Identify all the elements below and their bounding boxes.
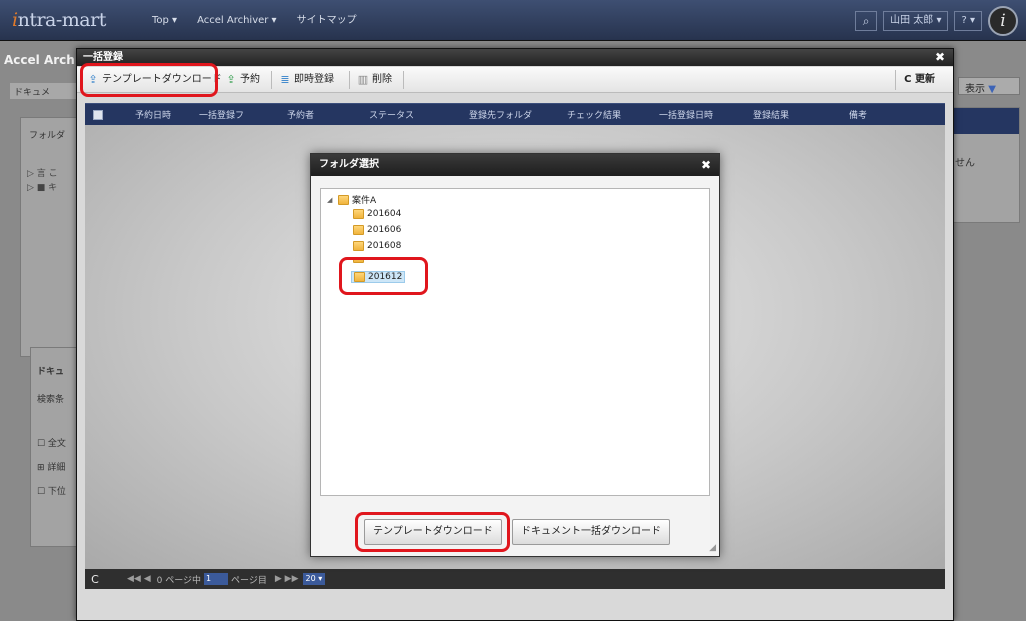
download-icon: ⇪ [88, 73, 98, 86]
tree-node[interactable]: 201604 [353, 209, 401, 219]
folder-dialog-title-bar: フォルダ選択 ✖ [311, 154, 719, 176]
schedule-label: 予約 [240, 74, 260, 85]
pager-refresh-icon[interactable]: C [85, 573, 105, 586]
column-header[interactable]: 一括登録フ [199, 108, 287, 121]
column-header[interactable]: 予約日時 [135, 108, 199, 121]
template-download-button[interactable]: ⇪ テンプレートダウンロード [87, 70, 222, 90]
tree-node-label: 201610 [367, 257, 402, 263]
toolbar-divider [217, 71, 218, 89]
resize-grip-icon[interactable]: ◢ [709, 543, 716, 553]
nav-sitemap[interactable]: サイトマップ [287, 0, 367, 41]
page-size-select[interactable]: 20 ▾ [302, 573, 326, 585]
template-download-label: テンプレートダウンロード [102, 74, 222, 85]
schedule-button[interactable]: ⇪ 予約 [225, 70, 260, 90]
sub-folder-checkbox: ☐ 下位 [37, 487, 66, 497]
right-panel-header [951, 108, 1019, 134]
column-header[interactable]: 登録先フォルダ [469, 108, 567, 121]
folder-icon [354, 272, 365, 282]
right-panel-text: せん [955, 158, 975, 169]
refresh-icon: C [904, 74, 912, 85]
help-menu[interactable]: ? ▾ [954, 11, 982, 31]
delete-button[interactable]: ▥ 削除 [357, 70, 392, 90]
document-tab: ドキュメ [10, 83, 80, 99]
folder-tree: ◢ 案件A 201604 201606 201608 201610 201612 [320, 188, 710, 496]
tree-node-label: 201606 [367, 225, 402, 235]
folder-panel-label: フォルダ [29, 131, 66, 141]
column-header[interactable]: 備考 [849, 108, 889, 121]
right-panel: せん [950, 107, 1020, 223]
nav-top[interactable]: Top ▾ [142, 0, 187, 41]
refresh-label: 更新 [915, 74, 935, 85]
column-header[interactable]: 一括登録日時 [659, 108, 753, 121]
toolbar-divider [403, 71, 404, 89]
tree-node-partially-hidden[interactable]: 201610 [353, 257, 401, 263]
column-header[interactable]: 登録結果 [753, 108, 849, 121]
page-number-input[interactable]: 1 [204, 573, 229, 585]
folder-icon [353, 257, 364, 263]
schedule-icon: ⇪ [226, 73, 236, 86]
expand-icon[interactable]: ◢ [327, 196, 335, 204]
dialog-title: 一括登録 [83, 52, 123, 63]
view-button: 表示 ▼ [958, 77, 1020, 95]
select-all-checkbox[interactable] [93, 109, 103, 120]
dialog-toolbar: ⇪ テンプレートダウンロード ⇪ 予約 ≣ 即時登録 ▥ 削除 C 更新 [77, 67, 953, 93]
column-header[interactable]: チェック結果 [567, 108, 659, 121]
folder-icon [353, 241, 364, 251]
trash-icon: ▥ [357, 73, 369, 86]
detail-button: ⊞ 詳細 [37, 463, 66, 473]
register-icon: ≣ [280, 73, 290, 86]
immediate-register-label: 即時登録 [294, 74, 334, 85]
column-header[interactable]: ステータス [369, 108, 469, 121]
search-icon[interactable]: ⌕ [855, 11, 878, 31]
column-header[interactable]: 予約者 [287, 108, 369, 121]
folder-icon [353, 225, 364, 235]
grid-header: 予約日時 一括登録フ 予約者 ステータス 登録先フォルダ チェック結果 一括登録… [85, 103, 945, 125]
toolbar-divider [349, 71, 350, 89]
pager-bar: C ◀◀ ◀ 0 ページ中 1 ページ目 ▶ ▶▶ 20 ▾ [85, 569, 945, 589]
document-batch-download-button[interactable]: ドキュメント一括ダウンロード [512, 519, 670, 545]
immediate-register-button[interactable]: ≣ 即時登録 [279, 70, 334, 90]
search-panel: ドキュ 検索条 ☐ 全文 ⊞ 詳細 ☐ 下位 [30, 347, 78, 547]
refresh-button[interactable]: C 更新 [895, 70, 943, 90]
search-condition-label: 検索条 [37, 395, 65, 405]
dialog-title-bar: 一括登録 ✖ [77, 49, 953, 66]
folder-tree-item: ▷ 言 こ [27, 169, 58, 179]
view-button-label: 表示 [965, 84, 985, 95]
folder-icon [353, 209, 364, 219]
close-icon[interactable]: ✖ [935, 49, 945, 66]
tree-node-label: 201608 [367, 241, 402, 251]
tree-node-label: 案件A [352, 196, 377, 206]
top-right-tools: ⌕ 山田 太郎 ▾ ? ▾ i [855, 6, 1018, 36]
template-download-dialog-button[interactable]: テンプレートダウンロード [364, 519, 502, 545]
logo-text: ntra-mart [17, 9, 107, 31]
folder-panel: フォルダ ▷ 言 こ ▷ ■ キ [20, 117, 78, 357]
tree-node-selected[interactable]: 201612 [351, 271, 406, 283]
folder-select-dialog: フォルダ選択 ✖ ◢ 案件A 201604 201606 201608 2016… [310, 153, 720, 557]
top-nav-menu: Top ▾ Accel Archiver ▾ サイトマップ [142, 0, 367, 41]
page-count-text: 0 ページ中 [156, 575, 202, 586]
nav-accel-archiver[interactable]: Accel Archiver ▾ [187, 0, 287, 41]
delete-label: 削除 [372, 74, 392, 85]
tree-node-root[interactable]: ◢ 案件A [327, 193, 376, 206]
pager-prev-buttons[interactable]: ◀◀ ◀ [127, 574, 151, 584]
toolbar-divider [271, 71, 272, 89]
folder-dialog-title: フォルダ選択 [319, 159, 379, 170]
folder-icon [338, 194, 349, 205]
user-menu[interactable]: 山田 太郎 ▾ [883, 11, 949, 31]
tree-node-label: 201604 [367, 209, 402, 219]
search-tab: ドキュ [37, 367, 65, 377]
intra-mart-logo[interactable]: intra-mart [12, 9, 106, 31]
avatar[interactable]: i [988, 6, 1018, 36]
close-icon[interactable]: ✖ [701, 154, 711, 176]
tree-node[interactable]: 201608 [353, 241, 401, 251]
tree-node-label: 201612 [368, 272, 403, 282]
top-navigation-bar: intra-mart Top ▾ Accel Archiver ▾ サイトマップ… [0, 0, 1026, 41]
tree-node[interactable]: 201606 [353, 225, 401, 235]
chevron-down-icon: ▼ [988, 84, 996, 95]
page-suffix-text: ページ目 [231, 575, 267, 586]
full-text-checkbox: ☐ 全文 [37, 439, 66, 449]
pager-next-buttons[interactable]: ▶ ▶▶ [275, 574, 299, 584]
folder-tree-item: ▷ ■ キ [27, 183, 58, 193]
app-title: Accel Arch [4, 53, 75, 67]
